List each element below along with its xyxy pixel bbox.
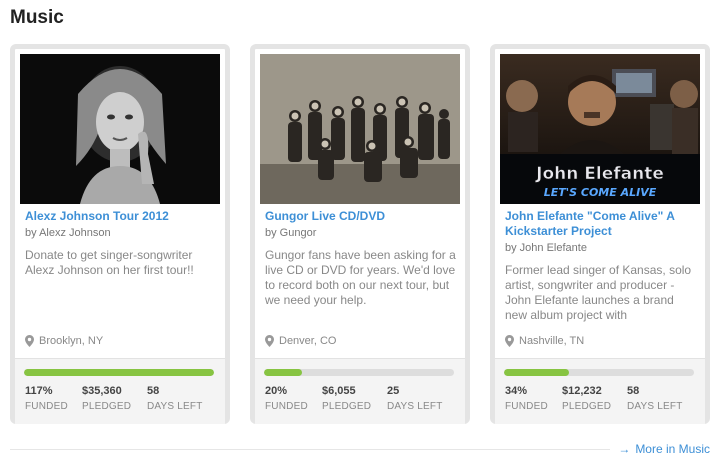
- project-thumbnail[interactable]: [260, 54, 460, 204]
- section-divider: [10, 449, 610, 450]
- project-blurb: Gungor fans have been asking for a live …: [265, 248, 456, 307]
- map-pin-icon: [505, 335, 514, 347]
- map-pin-icon: [265, 335, 274, 347]
- section-title: Music: [10, 7, 64, 28]
- project-stats: 20% FUNDED $6,055 PLEDGED 25 DAYS LEFT: [255, 358, 465, 424]
- map-pin-icon: [25, 335, 34, 347]
- project-stats: 34% FUNDED $12,232 PLEDGED 58 DAYS LEFT: [495, 358, 705, 424]
- stat-pledged: $12,232 PLEDGED: [562, 385, 612, 412]
- project-stats: 117% FUNDED $35,360 PLEDGED 58 DAYS LEFT: [15, 358, 225, 424]
- project-blurb: Former lead singer of Kansas, solo artis…: [505, 263, 692, 322]
- stat-days-left: 58 DAYS LEFT: [627, 385, 683, 412]
- location-label: Brooklyn, NY: [39, 335, 104, 347]
- project-title-link[interactable]: John Elefante "Come Alive" A Kickstarter…: [505, 209, 695, 239]
- funding-progress-bar: [264, 369, 454, 376]
- project-card: Alexz Johnson Tour 2012 by Alexz Johnson…: [10, 44, 230, 424]
- stat-funded: 34% FUNDED: [505, 385, 548, 412]
- project-location[interactable]: Nashville, TN: [505, 335, 584, 347]
- stat-funded: 20% FUNDED: [265, 385, 308, 412]
- more-link-label: More in Music: [635, 442, 710, 456]
- stat-pledged: $6,055 PLEDGED: [322, 385, 372, 412]
- project-location[interactable]: Brooklyn, NY: [25, 335, 103, 347]
- photo-john-elefante: John Elefante LET'S COME ALIVE: [500, 54, 700, 204]
- project-thumbnail[interactable]: John Elefante LET'S COME ALIVE: [500, 54, 700, 204]
- funding-progress-fill: [24, 369, 214, 376]
- project-byline: by John Elefante: [505, 242, 587, 254]
- svg-text:LET'S COME ALIVE: LET'S COME ALIVE: [544, 186, 657, 199]
- location-label: Denver, CO: [279, 335, 337, 347]
- project-byline: by Alexz Johnson: [25, 227, 111, 239]
- project-title-link[interactable]: Gungor Live CD/DVD: [265, 209, 455, 224]
- funding-progress-fill: [504, 369, 569, 376]
- funding-progress-fill: [264, 369, 302, 376]
- project-byline: by Gungor: [265, 227, 317, 239]
- project-title-link[interactable]: Alexz Johnson Tour 2012: [25, 209, 215, 224]
- project-thumbnail[interactable]: [20, 54, 220, 204]
- stat-days-left: 58 DAYS LEFT: [147, 385, 203, 412]
- stat-funded: 117% FUNDED: [25, 385, 68, 412]
- more-in-music-link[interactable]: → More in Music: [618, 442, 710, 456]
- stat-pledged: $35,360 PLEDGED: [82, 385, 132, 412]
- project-blurb: Donate to get singer-songwriter Alexz Jo…: [25, 248, 194, 277]
- project-card: John Elefante LET'S COME ALIVE John Elef…: [490, 44, 710, 424]
- funding-progress-bar: [504, 369, 694, 376]
- svg-text:John Elefante: John Elefante: [535, 164, 664, 184]
- project-location[interactable]: Denver, CO: [265, 335, 336, 347]
- arrow-right-icon: →: [618, 442, 631, 456]
- location-label: Nashville, TN: [519, 335, 585, 347]
- stat-days-left: 25 DAYS LEFT: [387, 385, 443, 412]
- photo-alexz-johnson: [20, 54, 220, 204]
- funding-progress-bar: [24, 369, 214, 376]
- project-card: Gungor Live CD/DVD by Gungor Gungor fans…: [250, 44, 470, 424]
- photo-gungor-band: [260, 54, 460, 204]
